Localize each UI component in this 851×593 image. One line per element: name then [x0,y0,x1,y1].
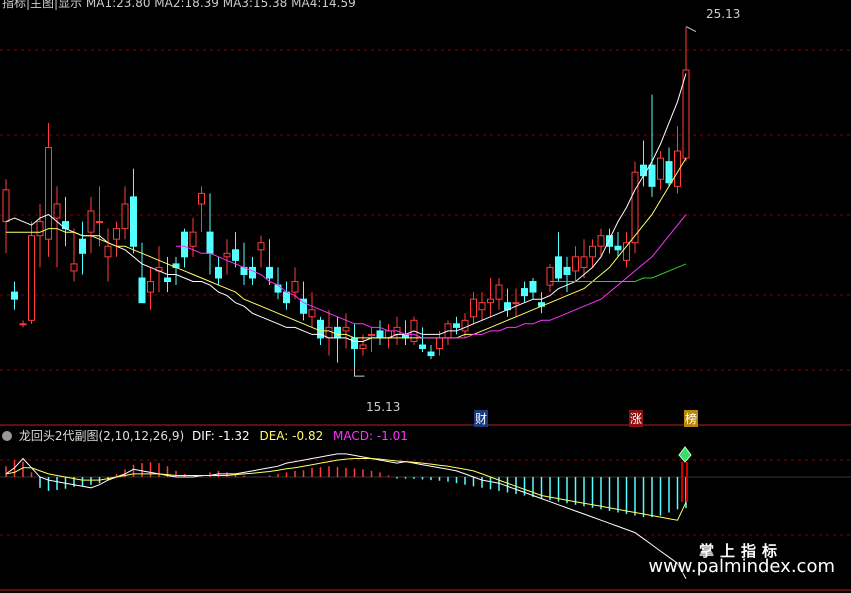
candle-body [682,69,690,159]
candle-body [657,157,664,180]
tag-cai[interactable]: 财 [474,410,488,427]
candle-body [359,344,367,350]
candle-body [266,266,273,279]
candle-body [96,221,103,224]
candle-body [291,281,299,293]
candle-body [572,256,579,272]
candle-body [308,309,316,318]
candle-body [580,256,588,268]
candle-body [334,326,341,339]
candle-body [623,242,630,261]
watermark-url: www.palmindex.com [648,556,835,577]
candle-body [325,326,333,339]
dif-label: DIF: -1.32 [192,429,250,443]
candle-body [368,333,375,336]
price-grid [0,49,851,426]
candles[interactable] [2,27,690,367]
candle-body [470,298,477,318]
candle-body [376,330,384,339]
candle-body [597,235,605,247]
tag-bang[interactable]: 榜 [684,410,698,427]
candle-body [147,281,154,293]
candle-body [529,281,537,293]
candle-body [2,189,10,223]
candle-body [36,221,44,237]
ma-lines [5,73,687,342]
low-price-label: 15.13 [366,400,401,414]
candle-body [249,266,256,279]
candle-body [215,266,222,279]
candle-body [631,171,639,244]
candle-body [512,302,520,305]
candle-body [181,231,188,258]
candle-body [665,161,673,184]
candle-body [164,277,171,283]
candle-body [274,284,282,293]
low-pointer [354,366,365,377]
candle-body [419,344,426,350]
candle-body [70,263,78,272]
candle-body [478,302,486,311]
candle-body [555,256,562,279]
candle-body [79,238,86,254]
candle-body [563,266,571,275]
candle-body [138,277,146,304]
candle-body [121,203,129,230]
dea-label: DEA: -0.82 [259,429,324,443]
sub-chart-header: 龙回头2代副图(2,10,12,26,9) DIF: -1.32 DEA: -0… [2,427,408,444]
candle-body [521,288,528,297]
candle-body [223,252,231,258]
candle-body [614,245,622,251]
candle-body [257,242,265,251]
top-indicator-header: 指标|主图|显示 MA1:23.80 MA2:18.39 MA3:15.38 M… [2,0,356,10]
candle-body [53,203,61,219]
candle-body [45,147,52,240]
candle-body [28,235,35,321]
candle-body [104,245,112,258]
candle-body [19,323,27,326]
candle-body [453,323,460,328]
candle-body [87,210,95,233]
candle-body [427,351,435,357]
candle-body [113,228,120,240]
sub-chart-title[interactable]: 龙回头2代副图(2,10,12,26,9) [19,429,184,443]
candle-body [487,298,494,304]
high-pointer [685,26,697,33]
candle-body [546,266,554,286]
candle-body [283,291,290,304]
high-price-label: 25.13 [706,7,741,21]
candle-body [461,319,469,332]
macd-bars [5,460,687,518]
candle-body [495,284,503,300]
candle-body [232,249,239,261]
candle-body [648,164,656,187]
tag-zhang[interactable]: 涨 [629,410,643,427]
chart-stage[interactable] [0,0,851,593]
candle-body [206,231,214,254]
ma1-line [5,73,687,342]
macd-label: MACD: -1.01 [333,429,408,443]
collapse-icon[interactable] [2,431,12,441]
candle-body [589,245,596,258]
candle-body [11,291,18,300]
candle-body [189,231,197,247]
candle-body [436,337,443,350]
candle-body [351,337,358,350]
candle-body [198,192,205,205]
candle-body [130,196,137,247]
candle-body [640,164,647,177]
candle-body [62,221,69,230]
candle-body [342,326,350,332]
